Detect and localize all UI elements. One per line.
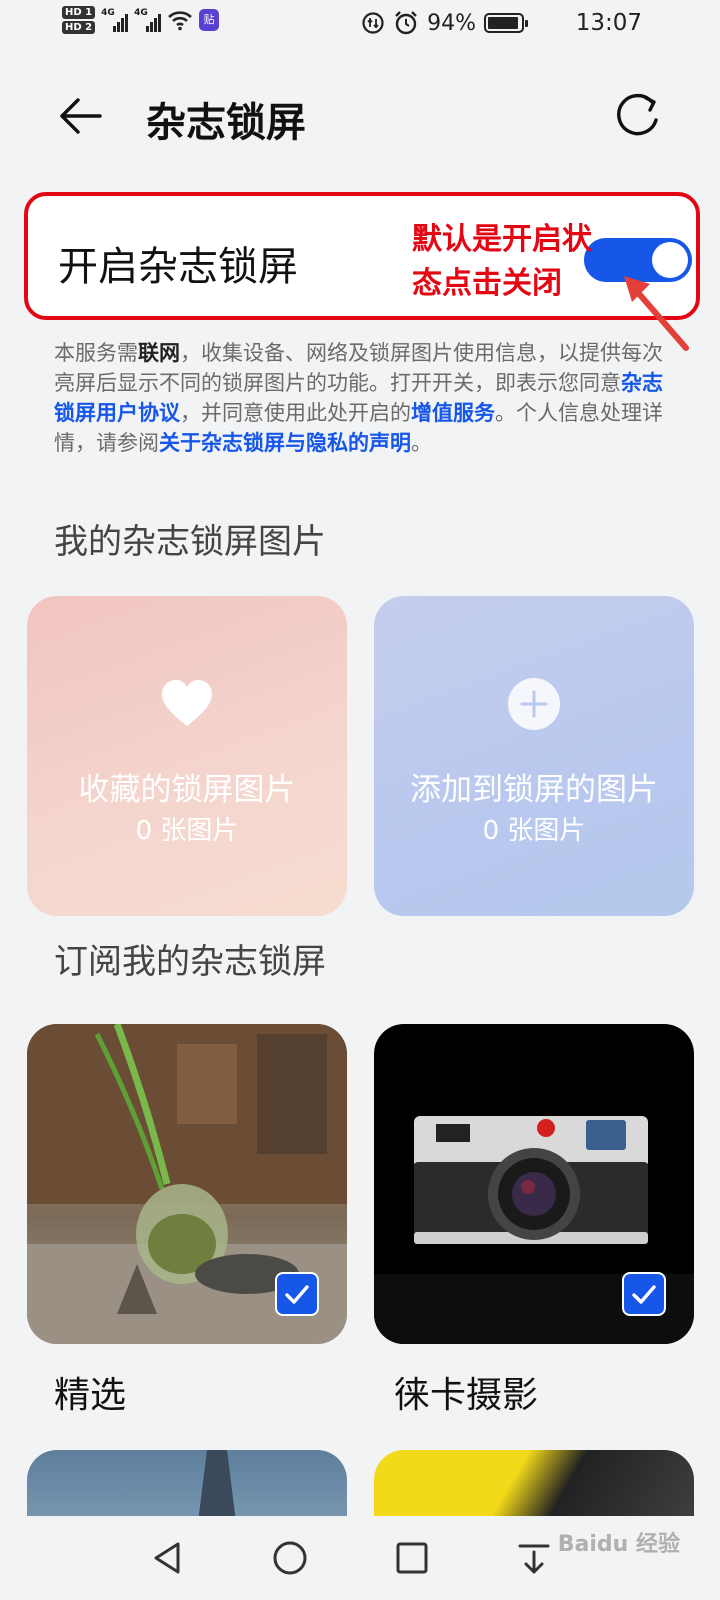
status-bar: HD 1 HD 2 4G 4G 贴 94% 13:07 [0,0,720,52]
hd2-badge: HD 2 [62,21,96,34]
signal-1-icon: 4G [101,8,129,32]
net1-label: 4G [101,8,115,18]
favorites-count: 0 张图片 [135,816,239,846]
magazine-lock-toggle-card[interactable]: 开启杂志锁屏 默认是开启状 态点击关闭 [24,192,700,320]
nav-home-icon[interactable] [270,1538,310,1578]
desc-text-5: 。 [411,431,432,455]
alarm-icon [395,11,417,35]
baidu-watermark: Baidu 经验 [557,1532,680,1557]
wifi-icon [168,11,193,31]
leica-label: 徕卡摄影 [394,1375,539,1416]
data-saver-icon [362,12,384,34]
desc-text-3: ，并同意使用此处开启的 [180,401,411,425]
desc-text-1: 本服务需 [54,341,138,365]
status-time: 13:07 [575,10,642,36]
annotation-text: 默认是开启状 态点击关闭 [412,218,652,306]
add-pictures-card[interactable]: 添加到锁屏的图片 0 张图片 [374,596,694,916]
page-title: 杂志锁屏 [146,100,306,146]
refresh-icon[interactable] [612,90,664,142]
added-title: 添加到锁屏的图片 [410,772,658,808]
status-bar-left: HD 1 HD 2 4G 4G 贴 [62,6,220,34]
battery-percent: 94% [427,10,476,36]
nav-back-icon[interactable] [148,1538,188,1578]
favorites-title: 收藏的锁屏图片 [78,772,296,808]
net2-label: 4G [134,8,148,18]
featured-check-icon[interactable] [275,1272,319,1316]
battery-icon [484,13,528,33]
annotation-line-1: 默认是开启状 [412,222,592,257]
leica-check-icon[interactable] [622,1272,666,1316]
app-header: 杂志锁屏 [0,80,720,152]
plus-icon [508,678,560,730]
hd1-badge: HD 1 [62,6,96,19]
sticker-icon: 贴 [199,9,220,31]
annotation-line-2: 态点击关闭 [412,266,562,301]
leica-subscription-card[interactable] [374,1024,694,1344]
heart-icon [162,680,212,726]
toggle-label: 开启杂志锁屏 [58,244,298,290]
my-pictures-title: 我的杂志锁屏图片 [54,522,326,562]
privacy-statement-link[interactable]: 关于杂志锁屏与隐私的声明 [159,431,411,455]
desc-network: 联网 [138,341,180,365]
privacy-description: 本服务需联网，收集设备、网络及锁屏图片使用信息，以提供每次亮屏后显示不同的锁屏图… [54,338,674,458]
signal-2-icon: 4G [134,8,162,32]
favorites-card[interactable]: 收藏的锁屏图片 0 张图片 [27,596,347,916]
nav-notification-icon[interactable] [514,1538,554,1578]
featured-label: 精选 [54,1375,127,1416]
hd-indicators: HD 1 HD 2 [62,6,96,34]
value-added-service-link[interactable]: 增值服务 [411,401,495,425]
nav-recents-icon[interactable] [392,1538,432,1578]
subscriptions-title: 订阅我的杂志锁屏 [54,942,326,982]
back-arrow-icon[interactable] [56,92,104,140]
status-bar-right: 94% [361,10,528,36]
added-count: 0 张图片 [482,816,586,846]
featured-subscription-card[interactable] [27,1024,347,1344]
